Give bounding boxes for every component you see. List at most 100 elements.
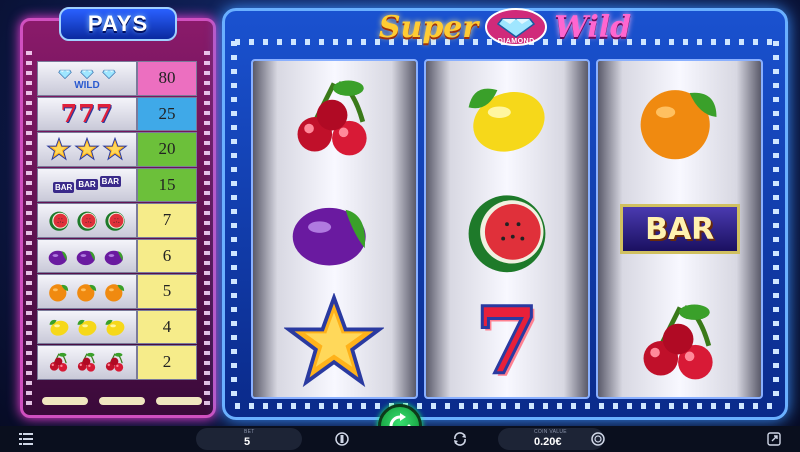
bottom-bar: BET 5 COIN VALUE 0.20€ [0, 426, 800, 452]
paytable-row: 2 [37, 345, 207, 380]
watermelon-icon [77, 211, 97, 232]
diamond-logo-icon: DIAMOND [484, 7, 548, 47]
paytable-row: 777 25 [37, 96, 207, 131]
paytable-row: BAR BAR BAR 15 [37, 167, 207, 202]
orange-icon [105, 284, 125, 302]
paytable-payout: 2 [137, 345, 197, 380]
bet-value: 5 [244, 436, 251, 448]
orange-symbol [620, 67, 740, 167]
lemon-icon [49, 319, 69, 336]
lemon-icon [77, 319, 97, 336]
cabinet-lights-left [231, 41, 237, 397]
star-icon [284, 293, 385, 388]
reels-area: 7 BAR [251, 59, 764, 399]
watermelon-icon [468, 195, 546, 273]
watermelon-icon [105, 211, 125, 232]
expand-icon [767, 432, 781, 446]
paytable-payout: 4 [137, 309, 197, 344]
paytable-row: 20 [37, 132, 207, 167]
star-icon [102, 137, 128, 161]
plum-icon [104, 250, 123, 265]
wild-label: WILD [74, 79, 100, 91]
paytable-panel: PAYS WILD 80 777 25 20 BAR BAR BAR 15 7 6 5 4 2 [20, 7, 216, 418]
cherries-icon [297, 80, 367, 156]
paytable-row: 7 [37, 203, 207, 238]
cherries-symbol [620, 291, 740, 391]
bar-symbol-text: BAR [52, 182, 75, 194]
paytable-row: 6 [37, 238, 207, 273]
paytable-payout: 7 [137, 203, 197, 238]
diamond-icon [80, 69, 94, 79]
fullscreen-button[interactable] [764, 426, 784, 452]
paytable-payout: 20 [137, 132, 197, 167]
paytable-payout: 25 [137, 96, 197, 131]
paytable-row: 4 [37, 309, 207, 344]
coins-icon [591, 432, 605, 446]
plum-icon [48, 250, 67, 265]
reel-cabinet: Super DIAMOND Wild 7 BAR [222, 8, 788, 420]
paytable-payout: 15 [137, 167, 197, 202]
paytable-lights-left [26, 51, 32, 411]
watermelon-icon [49, 211, 69, 232]
lemon-symbol [447, 67, 567, 167]
menu-button[interactable] [14, 426, 38, 452]
bar-symbol-label: BAR [619, 204, 740, 254]
game-stage: PAYS WILD 80 777 25 20 BAR BAR BAR 15 7 6 5 4 2 Super… [0, 0, 800, 452]
coin-select-button[interactable] [588, 426, 608, 452]
orange-icon [49, 284, 69, 302]
paytable-payout: 5 [137, 274, 197, 309]
reel-1 [251, 59, 418, 399]
cabinet-lights-right [773, 41, 779, 397]
cherries-symbol [274, 67, 394, 167]
autoplay-button[interactable] [450, 426, 470, 452]
paytable-symbols-bar: BAR BAR BAR [37, 167, 137, 202]
paytable-symbols-plum [37, 238, 137, 273]
paytable-row: WILD 80 [37, 61, 207, 96]
bet-label: BET [244, 429, 255, 435]
lemon-icon [468, 88, 545, 152]
coin-stack-icon [335, 432, 349, 446]
bar-symbol-text: BAR [76, 179, 98, 191]
paytable-footer [37, 397, 207, 407]
logo-super-text: Super [378, 9, 479, 45]
paytable-symbols-seven: 777 [37, 96, 137, 131]
coin-value: 0.20€ [534, 436, 562, 448]
bet-level-button[interactable] [332, 426, 352, 452]
paytable-symbols-watermelon [37, 203, 137, 238]
star-symbol [274, 291, 394, 391]
cabinet-lights-bottom [235, 403, 775, 409]
logo-wild-text: Wild [554, 9, 632, 45]
cherries-icon [49, 353, 68, 372]
plum-icon [76, 250, 95, 265]
cherries-icon [105, 353, 124, 372]
paytable-symbols-lemon [37, 309, 137, 344]
star-icon [74, 137, 100, 161]
paytable-symbols-wild-diamond: WILD [37, 61, 137, 96]
plum-icon [293, 207, 367, 266]
cherries-icon [643, 304, 713, 380]
bar-symbol: BAR [619, 179, 740, 279]
autoplay-icon [454, 432, 466, 446]
diamond-icon [58, 69, 72, 79]
seven-symbol-text: 777 [60, 99, 114, 129]
orange-icon [77, 284, 97, 302]
bar-symbol-text: BAR [99, 176, 122, 188]
paytable-payout: 6 [137, 238, 197, 273]
cherries-icon [77, 353, 96, 372]
paytable-row: 5 [37, 274, 207, 309]
reel-2: 7 [423, 59, 591, 399]
bet-display: BET 5 [196, 428, 302, 450]
watermelon-symbol [447, 179, 567, 279]
star-icon [46, 137, 72, 161]
coin-value-label: COIN VALUE [534, 429, 567, 435]
seven-symbol: 7 [447, 291, 567, 391]
diamond-badge-label: DIAMOND [497, 38, 535, 45]
game-logo: Super DIAMOND Wild [360, 7, 650, 47]
paytable-payout: 80 [137, 61, 197, 96]
paytable-symbols-cherries [37, 345, 137, 380]
plum-symbol [274, 179, 394, 279]
reel-3: BAR [596, 59, 764, 399]
paytable-title: PAYS [59, 7, 177, 41]
diamond-icon [102, 69, 116, 79]
lemon-icon [105, 319, 125, 336]
